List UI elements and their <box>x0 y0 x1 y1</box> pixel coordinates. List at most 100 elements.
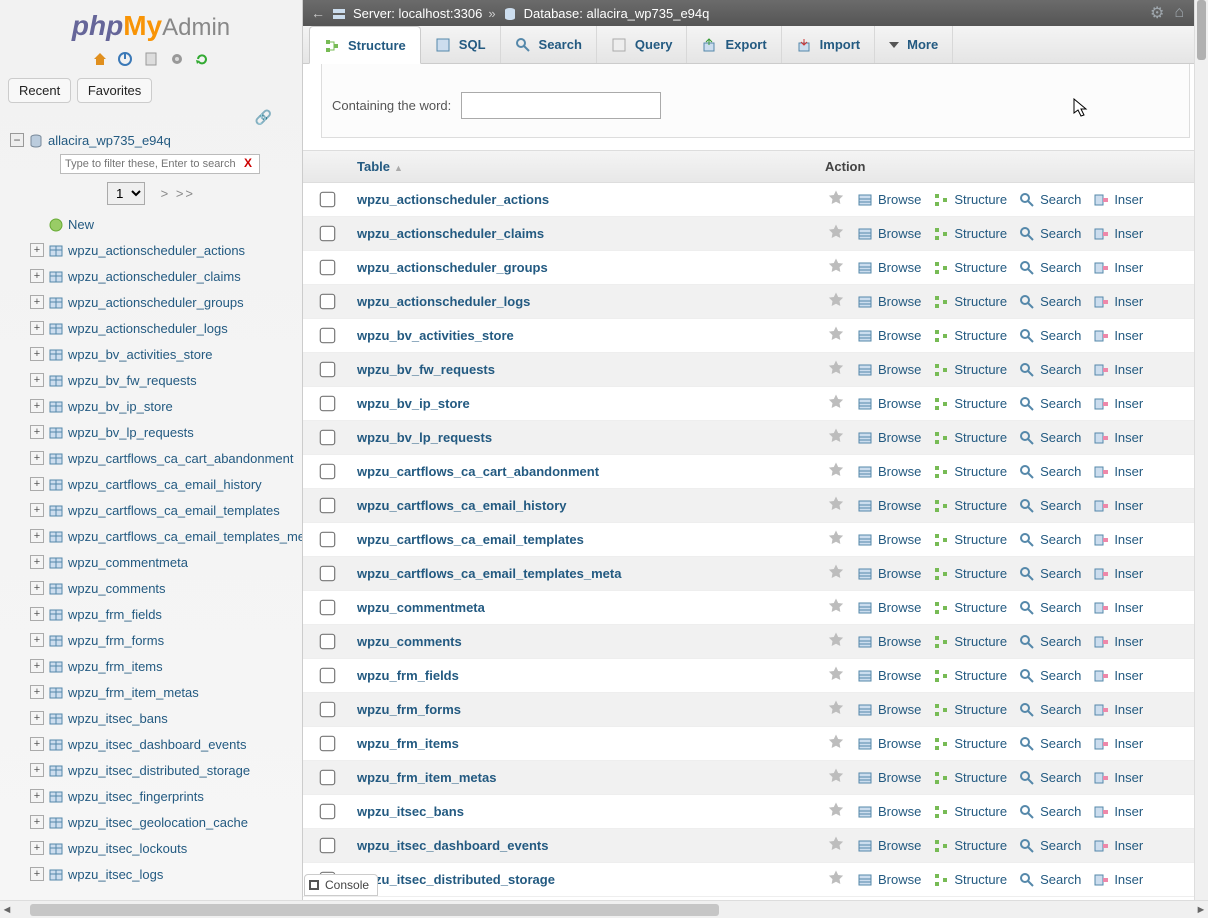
action-insert[interactable]: Inser <box>1114 192 1143 207</box>
expand-icon[interactable]: + <box>30 269 44 283</box>
action-browse[interactable]: Browse <box>878 430 921 445</box>
action-structure[interactable]: Structure <box>954 498 1007 513</box>
action-browse[interactable]: Browse <box>878 226 921 241</box>
table-name-link[interactable]: wpzu_commentmeta <box>357 600 485 615</box>
tree-node[interactable]: +wpzu_itsec_geolocation_cache <box>30 809 302 835</box>
docs-icon[interactable] <box>142 50 160 68</box>
action-browse[interactable]: Browse <box>878 498 921 513</box>
action-search[interactable]: Search <box>1040 192 1081 207</box>
action-search[interactable]: Search <box>1040 226 1081 241</box>
header-table[interactable]: Table <box>357 159 390 174</box>
table-name-link[interactable]: wpzu_bv_lp_requests <box>357 430 492 445</box>
row-checkbox[interactable] <box>320 668 336 684</box>
table-name-link[interactable]: wpzu_itsec_distributed_storage <box>357 872 555 887</box>
action-insert[interactable]: Inser <box>1114 226 1143 241</box>
action-browse[interactable]: Browse <box>878 634 921 649</box>
action-browse[interactable]: Browse <box>878 192 921 207</box>
action-insert[interactable]: Inser <box>1114 498 1143 513</box>
page-settings-icon[interactable]: ⚙ <box>1150 3 1164 23</box>
favorite-star-icon[interactable] <box>821 733 851 754</box>
row-checkbox[interactable] <box>320 192 336 208</box>
row-checkbox[interactable] <box>320 702 336 718</box>
row-checkbox[interactable] <box>320 838 336 854</box>
favorite-star-icon[interactable] <box>821 767 851 788</box>
scroll-left-icon[interactable]: ◄ <box>0 904 14 916</box>
filter-input[interactable] <box>461 92 661 119</box>
table-name-link[interactable]: wpzu_cartflows_ca_email_templates <box>357 532 584 547</box>
expand-icon[interactable]: + <box>30 451 44 465</box>
favorite-star-icon[interactable] <box>821 597 851 618</box>
table-name-link[interactable]: wpzu_comments <box>357 634 462 649</box>
clear-filter-icon[interactable]: X <box>244 156 252 170</box>
action-search[interactable]: Search <box>1040 396 1081 411</box>
row-checkbox[interactable] <box>320 464 336 480</box>
action-insert[interactable]: Inser <box>1114 634 1143 649</box>
expand-icon[interactable]: + <box>30 815 44 829</box>
action-insert[interactable]: Inser <box>1114 804 1143 819</box>
row-checkbox[interactable] <box>320 498 336 514</box>
favorite-star-icon[interactable] <box>821 665 851 686</box>
home-icon[interactable] <box>91 50 109 68</box>
tree-node[interactable]: +wpzu_bv_activities_store <box>30 341 302 367</box>
tree-node[interactable]: +wpzu_frm_fields <box>30 601 302 627</box>
row-checkbox[interactable] <box>320 600 336 616</box>
expand-icon[interactable]: + <box>30 529 44 543</box>
expand-icon[interactable]: + <box>30 841 44 855</box>
action-structure[interactable]: Structure <box>954 804 1007 819</box>
table-name-link[interactable]: wpzu_itsec_dashboard_events <box>357 838 548 853</box>
action-structure[interactable]: Structure <box>954 532 1007 547</box>
action-search[interactable]: Search <box>1040 838 1081 853</box>
favorite-star-icon[interactable] <box>821 189 851 210</box>
action-insert[interactable]: Inser <box>1114 362 1143 377</box>
table-name-link[interactable]: wpzu_bv_fw_requests <box>357 362 495 377</box>
expand-icon[interactable]: + <box>30 867 44 881</box>
favorite-star-icon[interactable] <box>821 495 851 516</box>
tree-node[interactable]: +wpzu_cartflows_ca_cart_abandonment <box>30 445 302 471</box>
action-structure[interactable]: Structure <box>954 464 1007 479</box>
action-browse[interactable]: Browse <box>878 396 921 411</box>
action-structure[interactable]: Structure <box>954 736 1007 751</box>
favorite-star-icon[interactable] <box>821 461 851 482</box>
table-name-link[interactable]: wpzu_frm_forms <box>357 702 461 717</box>
action-insert[interactable]: Inser <box>1114 294 1143 309</box>
action-structure[interactable]: Structure <box>954 192 1007 207</box>
favorite-star-icon[interactable] <box>821 631 851 652</box>
logo[interactable]: phpMyAdmin <box>0 0 302 46</box>
expand-icon[interactable]: + <box>30 477 44 491</box>
row-checkbox[interactable] <box>320 430 336 446</box>
tree-node[interactable]: +wpzu_frm_items <box>30 653 302 679</box>
action-search[interactable]: Search <box>1040 430 1081 445</box>
favorite-star-icon[interactable] <box>821 257 851 278</box>
reload-icon[interactable] <box>193 50 211 68</box>
tree-node[interactable]: +wpzu_bv_fw_requests <box>30 367 302 393</box>
favorites-tab[interactable]: Favorites <box>77 78 152 103</box>
row-checkbox[interactable] <box>320 736 336 752</box>
breadcrumb-database[interactable]: Database: allacira_wp735_e94q <box>524 6 710 21</box>
action-structure[interactable]: Structure <box>954 702 1007 717</box>
table-name-link[interactable]: wpzu_itsec_bans <box>357 804 464 819</box>
expand-icon[interactable]: + <box>30 321 44 335</box>
table-name-link[interactable]: wpzu_frm_fields <box>357 668 459 683</box>
table-name-link[interactable]: wpzu_bv_activities_store <box>357 328 514 343</box>
favorite-star-icon[interactable] <box>821 835 851 856</box>
horizontal-scrollbar[interactable]: ◄ ► <box>0 900 1208 918</box>
action-structure[interactable]: Structure <box>954 260 1007 275</box>
action-structure[interactable]: Structure <box>954 396 1007 411</box>
action-search[interactable]: Search <box>1040 498 1081 513</box>
action-search[interactable]: Search <box>1040 872 1081 887</box>
action-browse[interactable]: Browse <box>878 736 921 751</box>
tab-sql[interactable]: SQL <box>421 26 501 63</box>
action-structure[interactable]: Structure <box>954 294 1007 309</box>
page-next-icon[interactable]: > >> <box>161 186 195 201</box>
tree-node[interactable]: +wpzu_cartflows_ca_email_templates <box>30 497 302 523</box>
action-structure[interactable]: Structure <box>954 226 1007 241</box>
tree-node[interactable]: +wpzu_itsec_distributed_storage <box>30 757 302 783</box>
expand-icon[interactable]: + <box>30 737 44 751</box>
row-checkbox[interactable] <box>320 634 336 650</box>
vertical-scrollbar[interactable] <box>1194 0 1208 918</box>
row-checkbox[interactable] <box>320 362 336 378</box>
tree-node[interactable]: +wpzu_itsec_lockouts <box>30 835 302 861</box>
tree-node[interactable]: +wpzu_actionscheduler_actions <box>30 237 302 263</box>
action-insert[interactable]: Inser <box>1114 260 1143 275</box>
action-insert[interactable]: Inser <box>1114 566 1143 581</box>
